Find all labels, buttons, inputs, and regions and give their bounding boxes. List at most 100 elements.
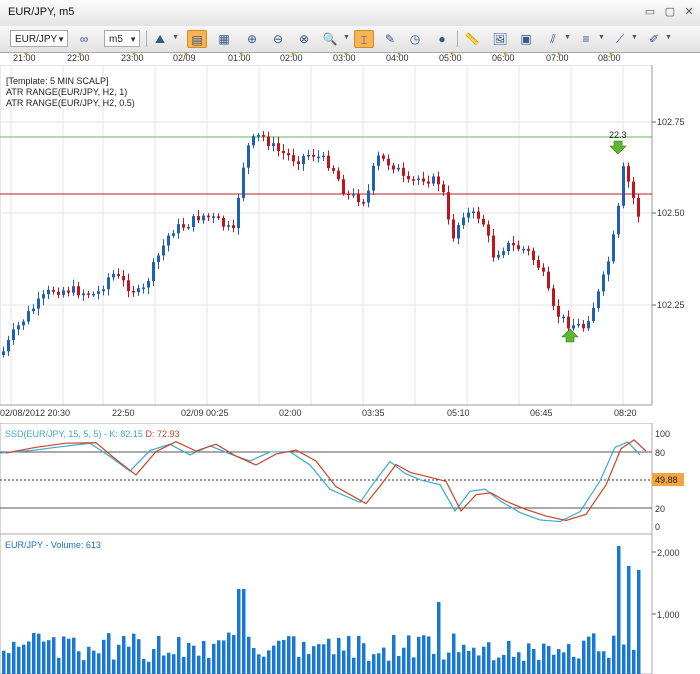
- candle-body: [322, 155, 325, 158]
- chevron-down-icon[interactable]: ▼: [343, 34, 350, 41]
- d-value: D: 72.93: [145, 429, 180, 439]
- k-value: K: 82.15: [109, 429, 143, 439]
- timeframe-select[interactable]: m5 ▼: [104, 30, 140, 47]
- volume-bar: [7, 653, 11, 674]
- data-window-icon[interactable]: ▤: [187, 30, 207, 48]
- candle-body: [232, 225, 235, 229]
- magnifier-icon[interactable]: 🔍: [320, 30, 340, 48]
- chevron-down-icon[interactable]: ▼: [172, 34, 179, 41]
- candle-body: [592, 308, 595, 322]
- volume-bar: [637, 570, 641, 674]
- current-value-label: 49.88: [655, 475, 678, 485]
- session-marker-icon: ▼: [608, 52, 614, 58]
- volume-bar: [127, 646, 131, 674]
- candle-body: [197, 216, 200, 221]
- volume-bar: [317, 644, 321, 674]
- volume-bar: [627, 566, 631, 674]
- price-chart[interactable]: 102.75 102.50 102.25 02/08/2012 20:30 22:50 0…: [0, 65, 700, 423]
- volume-bar: [422, 635, 426, 674]
- candle-body: [637, 197, 640, 217]
- volume-bar: [12, 641, 16, 674]
- candle-body: [42, 294, 45, 299]
- bottom-time-label: 22:50: [112, 408, 135, 418]
- clock-icon[interactable]: ◷: [405, 30, 425, 48]
- close-icon[interactable]: ✕: [680, 4, 698, 20]
- crosshair-icon[interactable]: ⌶: [354, 30, 374, 48]
- minimize-icon[interactable]: ▭: [641, 4, 659, 20]
- ruler-icon[interactable]: 📏: [462, 30, 482, 48]
- candle-body: [502, 251, 505, 255]
- globe-icon[interactable]: ●: [432, 30, 452, 48]
- screenshot-icon[interactable]: ▣: [516, 30, 536, 48]
- chart-legend: [Template: 5 MIN SCALP] ATR RANGE(EUR/JP…: [6, 76, 135, 109]
- volume-bar: [62, 636, 66, 674]
- session-marker-icon: ▼: [502, 52, 508, 58]
- candle-body: [152, 262, 155, 282]
- chart-toolbar: EUR/JPY ▼ ∞ m5 ▼ ⛰ ▼ ▤ ▦ ⊕ ⊖ ⊗ 🔍 ▼ ⌶ ✎ ◷…: [0, 26, 700, 53]
- chevron-down-icon[interactable]: ▼: [598, 34, 605, 41]
- candle-body: [247, 145, 250, 168]
- zoom-in-icon[interactable]: ⊕: [242, 30, 262, 48]
- oscillator-level-label: 80: [655, 448, 665, 458]
- template-label: [Template: 5 MIN SCALP]: [6, 76, 109, 86]
- volume-bar: [242, 589, 246, 674]
- chart-type-icon[interactable]: ⛰: [150, 30, 170, 48]
- table-icon[interactable]: ▦: [214, 30, 234, 48]
- link-icon[interactable]: ∞: [74, 30, 94, 48]
- maximize-icon[interactable]: ▢: [661, 4, 679, 20]
- candle-body: [112, 274, 115, 278]
- volume-bar: [452, 633, 456, 674]
- volume-legend: EUR/JPY - Volume: 613: [5, 540, 101, 550]
- volume-panel[interactable]: 2,000 1,000: [0, 534, 700, 674]
- template-icon[interactable]: ✎: [380, 30, 400, 48]
- image-icon[interactable]: 🖼: [490, 30, 510, 48]
- volume-bar: [227, 632, 231, 674]
- candle-body: [307, 154, 310, 157]
- pen-icon[interactable]: ✐: [644, 30, 664, 48]
- chevron-down-icon[interactable]: ▼: [665, 34, 672, 41]
- top-time-axis: 21:00 ▼ 22:00 ▼ 23:00 ▼ 02/09 ▼ 01:00 ▼ 02:00 ▼ 03:0…: [0, 52, 652, 66]
- candle-body: [267, 136, 270, 147]
- chevron-down-icon[interactable]: ▼: [631, 34, 638, 41]
- volume-bar: [82, 660, 86, 674]
- candle-body: [417, 178, 420, 181]
- volume-bar: [137, 639, 141, 674]
- symbol-select[interactable]: EUR/JPY ▼: [10, 30, 68, 47]
- list-icon[interactable]: ≡: [576, 30, 596, 48]
- candle-body: [612, 234, 615, 262]
- stochastic-panel[interactable]: 100 80 20 0 49.88: [0, 423, 700, 534]
- candle-body: [337, 170, 340, 180]
- candle-body: [507, 242, 510, 252]
- volume-bar: [342, 650, 346, 674]
- session-marker-icon: ▼: [343, 52, 349, 58]
- volume-bar: [362, 643, 366, 674]
- volume-bar: [477, 655, 481, 674]
- candle-body: [622, 166, 625, 206]
- volume-bar: [612, 635, 616, 674]
- candle-body: [542, 267, 545, 272]
- bottom-time-label: 02:00: [279, 408, 302, 418]
- zoom-out-icon[interactable]: ⊖: [268, 30, 288, 48]
- volume-bar: [252, 648, 256, 674]
- zoom-fit-icon[interactable]: ⊗: [294, 30, 314, 48]
- volume-bar: [367, 660, 371, 674]
- volume-bar: [22, 644, 26, 674]
- candle-body: [207, 215, 210, 218]
- session-marker-icon: ▼: [23, 52, 29, 58]
- volume-bar: [102, 639, 106, 674]
- volume-bar: [157, 635, 161, 674]
- candle-body: [442, 184, 445, 193]
- draw-lines-icon[interactable]: ⫽: [543, 30, 563, 48]
- session-marker-icon: ▼: [290, 52, 296, 58]
- candle-body: [512, 242, 515, 246]
- candle-body: [357, 194, 360, 203]
- chevron-down-icon[interactable]: ▼: [564, 34, 571, 41]
- candle-body: [332, 168, 335, 171]
- fibonacci-icon[interactable]: ⟋: [610, 30, 630, 48]
- session-marker-icon: ▼: [449, 52, 455, 58]
- oscillator-legend: SSD(EUR/JPY, 15, 5, 5) - K: 82.15 D: 72.…: [5, 429, 179, 439]
- candle-body: [202, 215, 205, 221]
- volume-area: [0, 534, 653, 674]
- volume-bar: [467, 650, 471, 674]
- candle-body: [102, 289, 105, 292]
